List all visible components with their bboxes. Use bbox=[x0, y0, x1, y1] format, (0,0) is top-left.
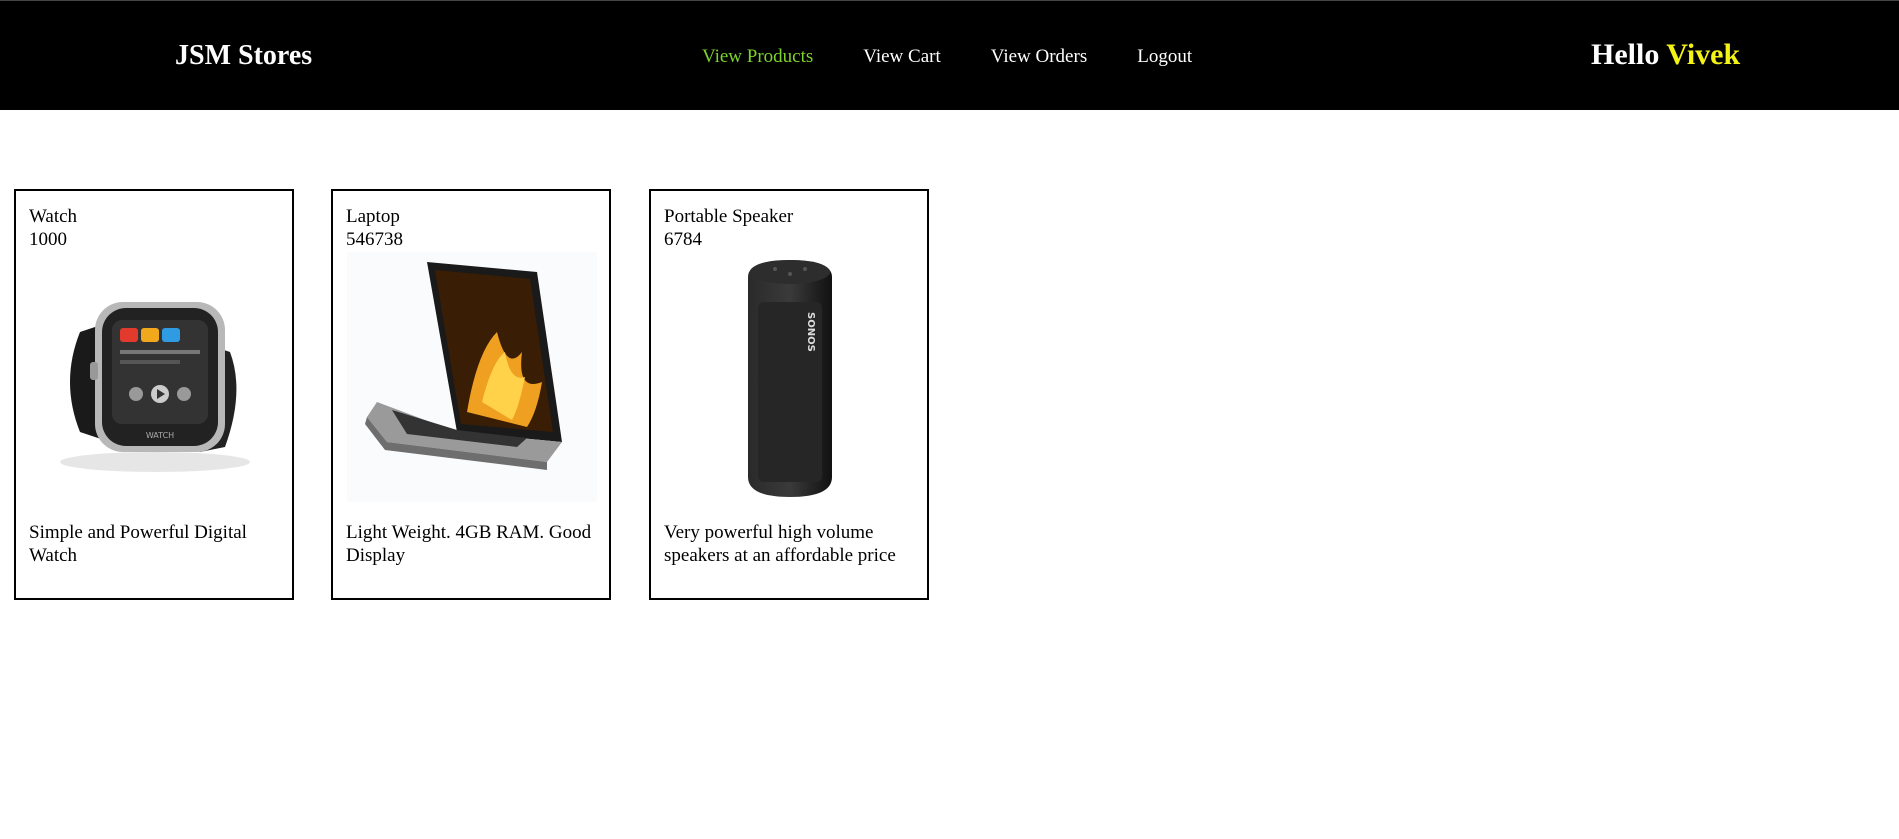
nav-view-products[interactable]: View Products bbox=[702, 45, 813, 69]
product-description: Very powerful high volume speakers at an… bbox=[664, 522, 896, 566]
product-card[interactable]: Laptop 546738 Light Weight. 4GB RAM. Goo… bbox=[331, 189, 611, 600]
product-name: Portable Speaker bbox=[664, 206, 794, 227]
product-card[interactable]: Watch 1000 WATCH Simple and Powerful Dig… bbox=[14, 189, 294, 600]
user-greeting: Hello Vivek bbox=[1591, 37, 1740, 73]
svg-text:SONOS: SONOS bbox=[805, 312, 816, 352]
product-price: 546738 bbox=[346, 229, 403, 250]
product-description: Light Weight. 4GB RAM. Good Display bbox=[346, 522, 592, 566]
nav-links: View Products View Cart View Orders Logo… bbox=[702, 45, 1242, 69]
nav-view-orders[interactable]: View Orders bbox=[991, 45, 1087, 69]
nav-logout[interactable]: Logout bbox=[1137, 45, 1192, 69]
product-name: Laptop bbox=[346, 206, 400, 227]
navbar: JSM Stores View Products View Cart View … bbox=[0, 0, 1899, 110]
product-card[interactable]: Portable Speaker 6784 SONOS Very powerfu… bbox=[649, 189, 929, 600]
product-price: 1000 bbox=[29, 229, 67, 250]
nav-view-cart[interactable]: View Cart bbox=[863, 45, 940, 69]
username: Vivek bbox=[1666, 38, 1741, 71]
laptop-image bbox=[346, 251, 598, 503]
brand-logo-text[interactable]: JSM Stores bbox=[175, 39, 312, 73]
greeting-text: Hello bbox=[1591, 38, 1660, 71]
product-name: Watch bbox=[29, 206, 78, 227]
product-description: Simple and Powerful Digital Watch bbox=[29, 522, 247, 566]
product-price: 6784 bbox=[664, 229, 702, 250]
smartwatch-image: WATCH bbox=[29, 251, 281, 503]
speaker-image: SONOS bbox=[664, 251, 916, 503]
svg-text:WATCH: WATCH bbox=[146, 431, 174, 440]
